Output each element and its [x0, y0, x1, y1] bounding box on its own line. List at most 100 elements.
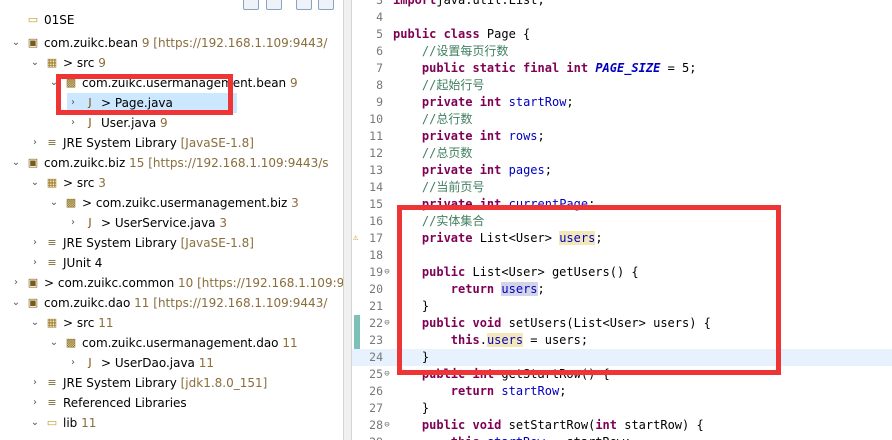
expand-arrow-icon[interactable]: ⌄: [29, 173, 41, 193]
expand-arrow-icon[interactable]: ⌄: [29, 413, 41, 433]
tree-item-bean-jre[interactable]: › ≡ JRE System Library [JavaSE-1.8]: [0, 133, 343, 153]
collapse-all-icon[interactable]: [243, 0, 259, 10]
collapse-arrow-icon[interactable]: ›: [29, 393, 41, 413]
tree-item-01se[interactable]: ▭ 01SE: [0, 10, 343, 30]
collapse-arrow-icon[interactable]: ›: [29, 133, 41, 153]
tree-item-page-java[interactable]: › J > Page.java: [67, 93, 237, 113]
tree-item-biz-package[interactable]: ⌄ ▩ > com.zuikc.usermanagement.biz 3: [0, 193, 343, 213]
tree-item-dao-project[interactable]: ⌄ ▣ com.zuikc.dao 11 [https://192.168.1.10…: [0, 293, 343, 313]
code-line-29[interactable]: 29 this.startRow = startRow;: [352, 434, 892, 440]
minimize-icon[interactable]: [318, 0, 334, 10]
code-line-19[interactable]: 19 ⊖ public List<User> getUsers() {: [352, 264, 892, 281]
code-line-18[interactable]: 18: [352, 247, 892, 264]
tree-item-user-java[interactable]: › J User.java 9: [0, 113, 343, 133]
tree-item-biz-project[interactable]: ⌄ ▣ com.zuikc.biz 15 [https://192.168.1.10…: [0, 153, 343, 173]
expand-arrow-icon[interactable]: ⌄: [29, 313, 41, 333]
expand-arrow-icon[interactable]: ⌄: [48, 193, 60, 213]
view-menu-icon[interactable]: [296, 0, 312, 10]
code-line-17[interactable]: ⚠ 17 private List<User> users;: [352, 230, 892, 247]
code-line-6[interactable]: 6 //设置每页行数: [352, 43, 892, 60]
code-token: public class: [393, 27, 480, 41]
view-splitter[interactable]: [343, 0, 352, 440]
tree-item-bean-package[interactable]: ⌄ ▩ com.zuikc.usermanagement.bean 9: [0, 73, 343, 93]
fold-toggle-icon[interactable]: ⊖: [382, 315, 392, 332]
collapse-arrow-icon[interactable]: ›: [29, 233, 41, 253]
code-line-24[interactable]: 24 }: [352, 349, 892, 366]
expand-arrow-icon[interactable]: ⌄: [48, 333, 60, 353]
code-text: //当前页号: [393, 179, 484, 196]
fold-toggle-icon[interactable]: ⊖: [382, 366, 392, 383]
code-line-27[interactable]: 27 }: [352, 400, 892, 417]
code-line-26[interactable]: 26 return startRow;: [352, 383, 892, 400]
java-file-icon: J: [88, 96, 92, 109]
collapse-arrow-icon[interactable]: ›: [29, 373, 41, 393]
code-text: this.users = users;: [393, 332, 588, 349]
tree-item-userdao-java[interactable]: › J > UserDao.java 11: [0, 353, 343, 373]
tree-item-bean-src[interactable]: ⌄ ▦ > src 9: [0, 53, 343, 73]
collapse-arrow-icon[interactable]: ›: [67, 213, 79, 233]
line-number: 13: [369, 163, 383, 177]
tree-item-dao-reflibs[interactable]: › ≡ Referenced Libraries: [0, 393, 343, 413]
code-token: startRow: [508, 95, 567, 109]
link-with-editor-icon[interactable]: [266, 0, 282, 10]
code-token: List<User> getUsers() {: [465, 265, 639, 279]
tree-item-userservice-java[interactable]: › J > UserService.java 3: [0, 213, 343, 233]
code-line-23[interactable]: 23 this.users = users;: [352, 332, 892, 349]
collapse-arrow-icon[interactable]: ›: [67, 93, 79, 113]
tree-item-dao-lib[interactable]: ⌄ ▭ lib 11: [0, 413, 343, 433]
code-line-22[interactable]: 22 ⊖ public void setUsers(List<User> user…: [352, 315, 892, 332]
tree-item-dao-package[interactable]: ⌄ ▩ com.zuikc.usermanagement.dao 11: [0, 333, 343, 353]
expand-arrow-icon[interactable]: ⌄: [10, 153, 22, 173]
fold-toggle-icon[interactable]: ⊖: [382, 264, 392, 281]
code-line-15[interactable]: 15 private int currentPage;: [352, 196, 892, 213]
code-line-14[interactable]: 14 //当前页号: [352, 179, 892, 196]
collapse-arrow-icon[interactable]: ›: [29, 253, 41, 273]
tree-item-bean-project[interactable]: ⌄ ▣ com.zuikc.bean 9 [https://192.168.1.10…: [0, 33, 343, 53]
fold-toggle-icon[interactable]: ⊖: [382, 417, 392, 434]
code-line-25[interactable]: 25 ⊖ public int getStartRow() {: [352, 366, 892, 383]
code-line-16[interactable]: 16 //实体集合: [352, 213, 892, 230]
tree-item-biz-src[interactable]: ⌄ ▦ > src 3: [0, 173, 343, 193]
line-number: 28: [369, 418, 383, 432]
code-token: List<User>: [472, 231, 560, 245]
tree-item-dao-jre[interactable]: › ≡ JRE System Library [jdk1.8.0_151]: [0, 373, 343, 393]
code-line-10[interactable]: 10 //总行数: [352, 111, 892, 128]
code-line-3[interactable]: 3 importjava.util.List;: [352, 0, 892, 9]
tree-item-label: JUnit 4: [63, 256, 103, 270]
code-line-12[interactable]: 12 //总页数: [352, 145, 892, 162]
line-number: 15: [369, 197, 383, 211]
collapse-arrow-icon[interactable]: ›: [10, 273, 22, 293]
code-line-5[interactable]: 5 public class Page {: [352, 26, 892, 43]
collapse-arrow-icon[interactable]: ›: [67, 353, 79, 373]
line-number: 23: [369, 333, 383, 347]
code-token: rows: [508, 129, 538, 143]
expand-arrow-icon[interactable]: ⌄: [10, 33, 22, 53]
code-line-21[interactable]: 21 }: [352, 298, 892, 315]
code-line-28[interactable]: 28 ⊖ public void setStartRow(int startRow…: [352, 417, 892, 434]
code-text: //设置每页行数: [393, 43, 508, 60]
tree-item-biz-jre[interactable]: › ≡ JRE System Library [JavaSE-1.8]: [0, 233, 343, 253]
code-line-4[interactable]: 4: [352, 9, 892, 26]
code-line-9[interactable]: 9 private int startRow;: [352, 94, 892, 111]
expand-arrow-icon[interactable]: ⌄: [48, 73, 60, 93]
collapse-arrow-icon[interactable]: ›: [67, 113, 79, 133]
code-line-8[interactable]: 8 //起始行号: [352, 77, 892, 94]
expand-arrow-icon[interactable]: ⌄: [10, 293, 22, 313]
line-number: 10: [369, 112, 383, 126]
code-line-7[interactable]: 7 public static final int PAGE_SIZE = 5;: [352, 60, 892, 77]
code-line-20[interactable]: 20 return users;: [352, 281, 892, 298]
code-line-11[interactable]: 11 private int rows;: [352, 128, 892, 145]
java-editor[interactable]: 3 importjava.util.List; 4 5 public class Pag…: [352, 0, 892, 440]
tree-item-dao-src[interactable]: ⌄ ▦ > src 11: [0, 313, 343, 333]
tree-item-biz-junit[interactable]: › ≡ JUnit 4: [0, 253, 343, 273]
code-line-13[interactable]: 13 private int pages;: [352, 162, 892, 179]
expand-arrow-icon[interactable]: ⌄: [29, 53, 41, 73]
tree-item-common-project[interactable]: › ▣ > com.zuikc.common 10 [https://192.168…: [0, 273, 343, 293]
tree-item-label: > com.zuikc.common: [44, 276, 175, 290]
code-token: //当前页号: [421, 180, 485, 194]
